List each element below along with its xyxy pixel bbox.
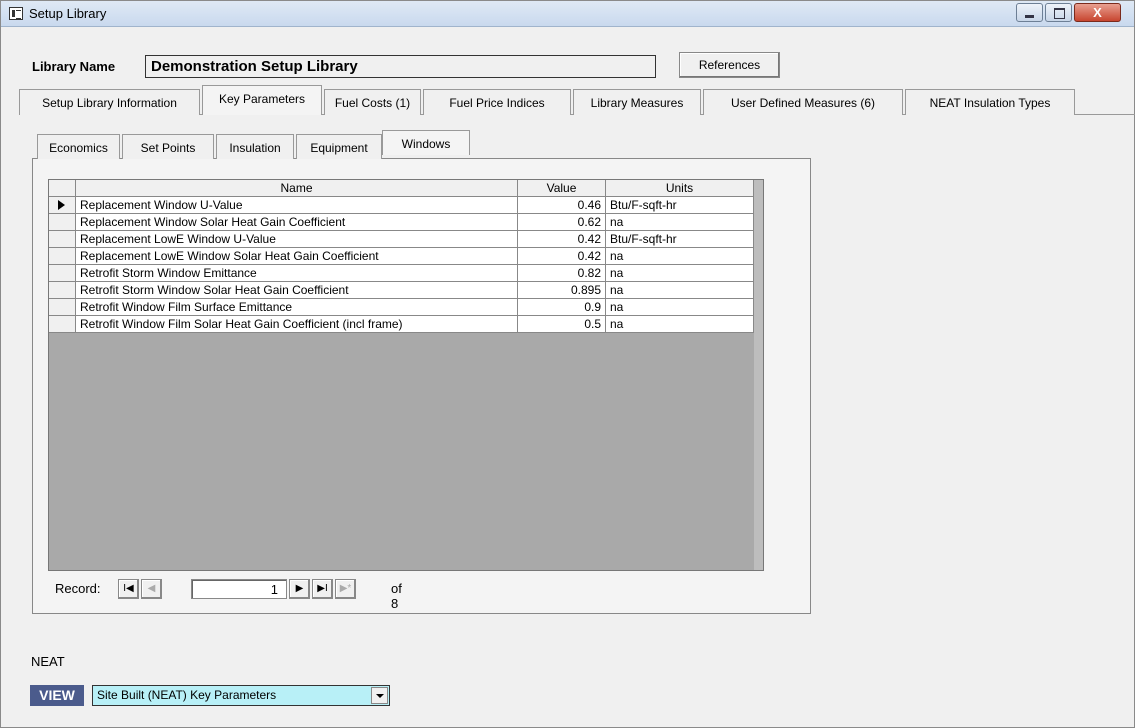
next-record-button[interactable]: ▶ — [289, 579, 310, 599]
title-bar[interactable]: Setup Library X — [1, 1, 1134, 27]
record-selector[interactable] — [49, 265, 76, 282]
cell-units[interactable]: na — [606, 214, 754, 231]
view-badge: VIEW — [30, 685, 84, 706]
cell-units[interactable]: na — [606, 316, 754, 333]
cell-name[interactable]: Replacement Window Solar Heat Gain Coeff… — [76, 214, 518, 231]
cell-units[interactable]: na — [606, 265, 754, 282]
form-icon — [9, 7, 23, 20]
cell-value[interactable]: 0.895 — [518, 282, 606, 299]
tab-setup-library-information[interactable]: Setup Library Information — [19, 89, 200, 115]
tab-set-points[interactable]: Set Points — [122, 134, 214, 159]
view-selected-value: Site Built (NEAT) Key Parameters — [97, 688, 277, 702]
minimize-button[interactable] — [1016, 3, 1043, 22]
tab-economics[interactable]: Economics — [37, 134, 120, 159]
table-row[interactable]: Retrofit Window Film Surface Emittance 0… — [49, 299, 754, 316]
column-header-name[interactable]: Name — [76, 180, 518, 197]
record-count: of 8 — [391, 581, 402, 611]
record-selector[interactable] — [49, 282, 76, 299]
library-name-field[interactable]: Demonstration Setup Library — [145, 55, 656, 78]
select-all-corner[interactable] — [49, 180, 76, 197]
record-selector[interactable] — [49, 316, 76, 333]
cell-value[interactable]: 0.42 — [518, 248, 606, 265]
table-row[interactable]: Replacement LowE Window Solar Heat Gain … — [49, 248, 754, 265]
tab-insulation[interactable]: Insulation — [216, 134, 294, 159]
table-row[interactable]: Retrofit Storm Window Solar Heat Gain Co… — [49, 282, 754, 299]
window-title: Setup Library — [29, 6, 107, 21]
setup-library-window: Setup Library X Library Name Demonstrati… — [0, 0, 1135, 728]
view-dropdown[interactable]: Site Built (NEAT) Key Parameters — [92, 685, 390, 706]
cell-name[interactable]: Retrofit Storm Window Emittance — [76, 265, 518, 282]
cell-value[interactable]: 0.5 — [518, 316, 606, 333]
tab-fuel-price-indices[interactable]: Fuel Price Indices — [423, 89, 571, 115]
table-row[interactable]: Replacement Window U-Value 0.46 Btu/F-sq… — [49, 197, 754, 214]
tab-equipment[interactable]: Equipment — [296, 134, 382, 159]
first-record-button[interactable]: I◀ — [118, 579, 139, 599]
neat-label: NEAT — [31, 654, 65, 669]
cell-name[interactable]: Replacement LowE Window Solar Heat Gain … — [76, 248, 518, 265]
cell-name[interactable]: Replacement Window U-Value — [76, 197, 518, 214]
cell-name[interactable]: Retrofit Window Film Surface Emittance — [76, 299, 518, 316]
column-header-units[interactable]: Units — [606, 180, 754, 197]
tab-user-defined-measures[interactable]: User Defined Measures (6) — [703, 89, 903, 115]
close-button[interactable]: X — [1074, 3, 1121, 22]
cell-value[interactable]: 0.82 — [518, 265, 606, 282]
datasheet-header: Name Value Units — [49, 180, 754, 197]
cell-value[interactable]: 0.46 — [518, 197, 606, 214]
record-selector[interactable] — [49, 231, 76, 248]
maximize-button[interactable] — [1045, 3, 1072, 22]
tab-neat-insulation-types[interactable]: NEAT Insulation Types — [905, 89, 1075, 115]
cell-name[interactable]: Retrofit Storm Window Solar Heat Gain Co… — [76, 282, 518, 299]
cell-value[interactable]: 0.9 — [518, 299, 606, 316]
cell-units[interactable]: Btu/F-sqft-hr — [606, 197, 754, 214]
record-selector[interactable] — [49, 248, 76, 265]
new-record-button[interactable]: ▶* — [335, 579, 356, 599]
cell-units[interactable]: na — [606, 282, 754, 299]
record-label: Record: — [55, 581, 101, 596]
table-row[interactable]: Retrofit Window Film Solar Heat Gain Coe… — [49, 316, 754, 333]
cell-value[interactable]: 0.42 — [518, 231, 606, 248]
cell-units[interactable]: na — [606, 299, 754, 316]
tab-windows[interactable]: Windows — [382, 130, 470, 155]
cell-units[interactable]: Btu/F-sqft-hr — [606, 231, 754, 248]
vertical-scrollbar[interactable] — [754, 180, 763, 570]
table-row[interactable]: Retrofit Storm Window Emittance 0.82 na — [49, 265, 754, 282]
previous-record-button[interactable]: ◀ — [141, 579, 162, 599]
table-row[interactable]: Replacement Window Solar Heat Gain Coeff… — [49, 214, 754, 231]
record-selector[interactable] — [49, 214, 76, 231]
cell-name[interactable]: Replacement LowE Window U-Value — [76, 231, 518, 248]
cell-units[interactable]: na — [606, 248, 754, 265]
record-selector[interactable] — [49, 299, 76, 316]
close-icon: X — [1093, 5, 1102, 20]
column-header-value[interactable]: Value — [518, 180, 606, 197]
table-row[interactable]: Replacement LowE Window U-Value 0.42 Btu… — [49, 231, 754, 248]
cell-value[interactable]: 0.62 — [518, 214, 606, 231]
parameters-datasheet: Name Value Units Replacement Window U-Va… — [48, 179, 764, 571]
cell-name[interactable]: Retrofit Window Film Solar Heat Gain Coe… — [76, 316, 518, 333]
library-name-label: Library Name — [32, 59, 116, 74]
last-record-button[interactable]: ▶I — [312, 579, 333, 599]
current-record-icon — [58, 200, 65, 210]
chevron-down-icon[interactable] — [371, 687, 388, 704]
record-selector[interactable] — [49, 197, 76, 214]
tab-library-measures[interactable]: Library Measures — [573, 89, 701, 115]
tab-key-parameters[interactable]: Key Parameters — [202, 85, 322, 115]
references-button[interactable]: References — [679, 52, 780, 78]
tab-fuel-costs[interactable]: Fuel Costs (1) — [324, 89, 421, 115]
current-record-input[interactable]: 1 — [191, 579, 287, 599]
